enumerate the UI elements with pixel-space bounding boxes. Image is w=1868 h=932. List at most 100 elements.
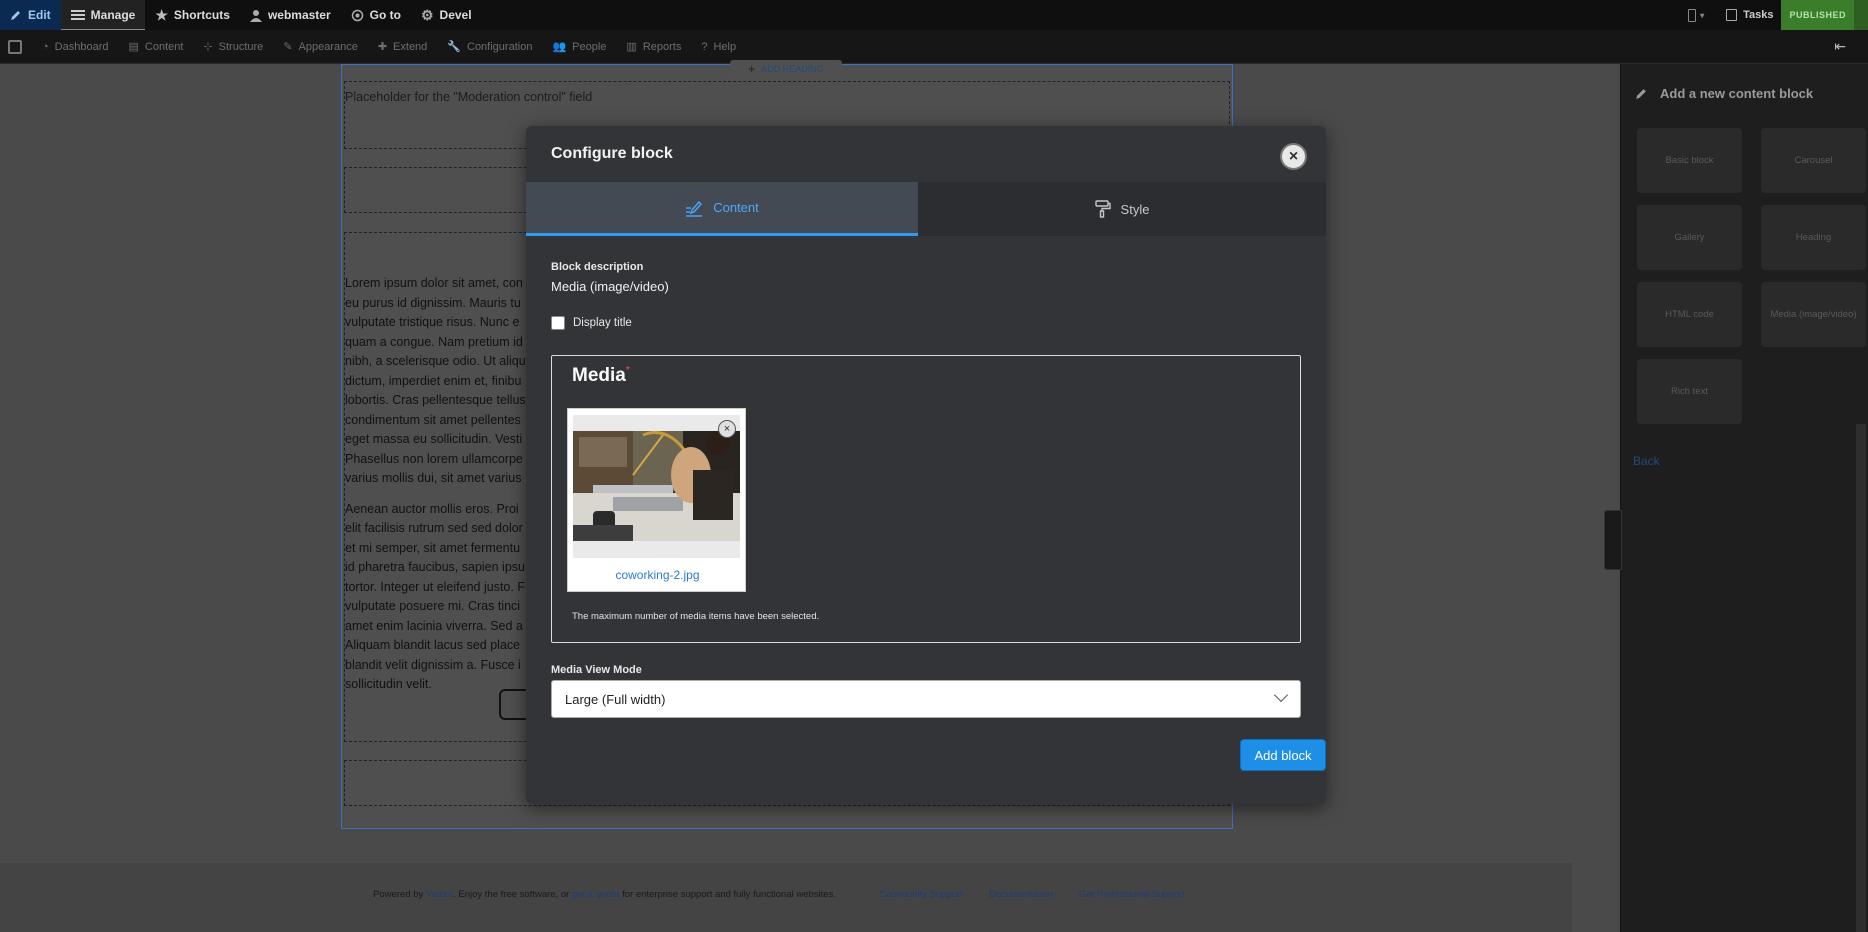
plus-icon: + [748,62,756,76]
tab-style[interactable]: Style [918,182,1326,236]
menu-label: Configuration [467,40,533,53]
menu-item-structure[interactable]: ⊹ Structure [193,40,273,54]
block-card-heading[interactable]: Heading [1761,205,1866,270]
media-limit-message: The maximum number of media items have b… [572,611,820,622]
block-card-label: Rich text [1671,386,1708,397]
content-edit-icon [686,200,703,217]
block-card-html[interactable]: HTML code [1637,282,1742,347]
dialog-tabs: Content Style [526,182,1326,236]
remove-media-button[interactable]: × [718,420,736,438]
sidebar-title: Add a new content block [1635,86,1813,101]
menu-label: Help [713,40,737,53]
configure-block-dialog: Configure block × Content Style Block de… [526,126,1326,804]
coworking-photo [573,415,740,558]
menu-label: Dashboard [54,40,109,53]
media-legend: Media* [572,365,630,387]
site-footer: Powered by Varbot. Enjoy the free softwa… [0,863,1572,932]
tasks-icon [1726,9,1738,21]
footer-text: . Enjoy the free software, or [453,889,572,900]
menu-item-content[interactable]: ▤ Content [118,40,193,54]
dialog-body: Block description Media (image/video) Di… [551,261,1326,771]
dashboard-icon: ◔ [42,40,49,53]
view-mode-select[interactable]: Large (Full width) [551,680,1301,718]
menu-item-configuration[interactable]: 🔧 Configuration [437,40,542,54]
devel-label: Devel [439,8,472,22]
close-button[interactable]: × [1280,143,1307,170]
block-card-label: HTML code [1665,309,1714,320]
documentation-link[interactable]: Documentation [989,889,1053,900]
admin-menu-bar: ◔ Dashboard ▤ Content ⊹ Structure ✎ Appearan… [0,30,1868,64]
menu-icon [70,9,85,20]
footer-text: for enterprise support and fully functio… [619,889,836,900]
varbase-link[interactable]: Varbot [426,889,453,900]
content-icon: ▤ [128,41,139,53]
device-preview-button[interactable]: ▾ [1674,0,1718,30]
block-card-label: Basic block [1665,155,1714,166]
block-card-media[interactable]: Media (image/video) [1761,282,1866,347]
block-card-carousel[interactable]: Carousel [1761,128,1866,193]
status-dropdown-toggle[interactable] [1854,0,1868,30]
gear-icon: ⚙ [420,6,434,23]
community-support-link[interactable]: Community Support [879,889,963,900]
block-card-label: Gallery [1674,232,1705,243]
footer-credit: Powered by Varbot. Enjoy the free softwa… [373,889,836,900]
close-icon: × [1288,147,1299,165]
menu-item-help[interactable]: ? Help [691,41,746,53]
pencil-icon [1636,89,1646,99]
block-card-rich-text[interactable]: Rich text [1637,359,1742,424]
media-legend-text: Media [572,365,626,386]
shortcuts-tab[interactable]: ★ Shortcuts [145,0,240,30]
goto-icon [351,9,363,21]
block-card-basic[interactable]: Basic block [1637,128,1742,193]
menu-label: Extend [393,40,428,53]
block-card-gallery[interactable]: Gallery [1637,205,1742,270]
reports-icon: ▥ [626,41,637,53]
sidebar-resize-handle[interactable] [1604,510,1622,570]
menu-label: Reports [642,40,682,53]
devel-tab[interactable]: ⚙ Devel [411,0,482,30]
moderation-placeholder: Placeholder for the "Moderation control"… [345,90,593,104]
display-title-row: Display title [551,316,1301,330]
footer-text: Powered by [373,889,426,900]
goto-label: Go to [369,8,401,22]
moderation-status-badge[interactable]: PUBLISHED [1781,0,1854,30]
goto-tab[interactable]: Go to [341,0,411,30]
add-heading-label: ADD HEADING [761,64,824,74]
block-description-label: Block description [551,261,644,273]
display-title-checkbox[interactable] [551,316,565,330]
page-scrollbar[interactable] [1856,424,1866,932]
toolbar-collapse-icon[interactable]: ⇤ [1834,38,1846,55]
toolbar-right: ▾ Tasks PUBLISHED [1674,0,1868,30]
edit-button[interactable]: Edit [0,0,61,30]
block-card-label: Media (image/video) [1770,309,1857,320]
home-icon[interactable] [8,39,22,54]
paint-roller-icon [1094,200,1111,218]
media-item-card[interactable]: × coworking-2.jpg [567,408,746,592]
user-tab[interactable]: webmaster [240,0,341,30]
menu-label: Content [144,40,184,53]
menu-item-extend[interactable]: ✚ Extend [368,40,437,54]
dialog-title: Configure block [551,145,673,162]
tab-content[interactable]: Content [526,182,918,236]
mobile-icon [1688,8,1697,22]
wrench-icon: 🔧 [447,41,461,53]
manage-tab[interactable]: Manage [60,0,146,30]
chevron-down-icon [1273,687,1289,703]
tasks-tab[interactable]: Tasks [1718,0,1781,30]
sidebar-back-link[interactable]: Back [1633,454,1660,468]
user-icon [249,9,262,22]
menu-label: Appearance [298,40,358,53]
manage-label: Manage [90,7,136,22]
menu-item-appearance[interactable]: ✎ Appearance [273,40,368,54]
add-heading-link[interactable]: + ADD HEADING [730,60,842,78]
status-label: PUBLISHED [1789,10,1846,20]
menu-item-reports[interactable]: ▥ Reports [616,40,691,54]
professional-support-link[interactable]: Get Professional Support [1079,889,1185,900]
menu-item-people[interactable]: 👥 People [542,40,616,54]
media-filename-link[interactable]: coworking-2.jpg [568,568,747,582]
menu-item-dashboard[interactable]: ◔ Dashboard [32,41,118,53]
add-block-button[interactable]: Add block [1240,739,1326,771]
sidebar-title-text: Add a new content block [1660,86,1814,101]
chevron-down-icon: ▾ [1700,10,1705,20]
quote-link[interactable]: get a quote [572,889,620,900]
